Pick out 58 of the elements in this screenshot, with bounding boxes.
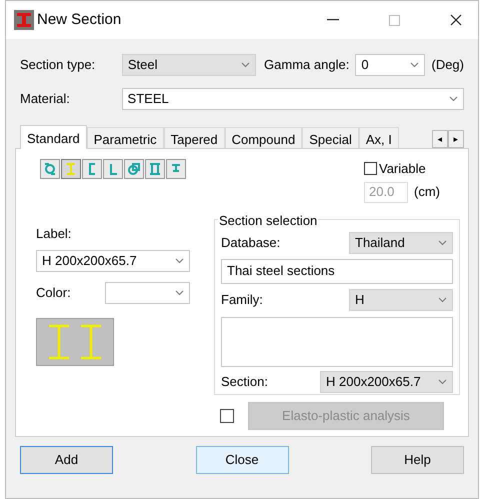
close-icon[interactable] [450,14,462,26]
scroll-left-button[interactable]: ◂ [432,130,448,148]
material-dropdown[interactable]: STEEL [122,88,464,110]
unit-label: (cm) [414,183,440,202]
scroll-right-button[interactable]: ▸ [448,130,464,148]
tab[interactable]: Special [302,127,359,148]
tab[interactable]: Ax, I [358,127,399,148]
section-type-dropdown[interactable]: Steel [122,54,256,76]
family-dropdown[interactable]: H [349,288,453,310]
color-dropdown[interactable] [105,282,190,304]
shape-tool-button[interactable] [166,159,186,179]
minimize-icon[interactable] [327,19,339,21]
dialog-button[interactable]: Help [371,446,464,474]
i-beam-drawing [47,324,71,360]
tube-shape-icon [126,161,142,177]
tab[interactable]: Compound [224,127,302,148]
i-beam-icon [14,10,34,30]
shape-tool-button[interactable] [145,159,165,179]
tab[interactable]: Parametric [86,127,164,148]
section-type-label: Section type: [20,56,96,74]
gamma-angle-label: Gamma angle: [264,56,350,74]
chevron-down-icon [438,240,447,246]
color-label: Color: [36,284,72,302]
label-dropdown[interactable]: H 200x200x65.7 [36,250,190,272]
double-shape-icon [147,161,163,177]
unit-label: (Deg) [431,56,464,74]
shape-tool-button[interactable] [103,159,123,179]
tab[interactable]: Standard [20,125,87,149]
i-beam-drawing [79,324,103,360]
maximize-icon[interactable] [389,14,400,26]
chevron-down-icon [449,96,458,102]
chevron-down-icon [438,296,447,302]
material-label: Material: [20,90,71,108]
shape-tool-button[interactable] [61,159,81,179]
variable-checkbox[interactable] [364,162,377,176]
label-label: Label: [36,225,72,243]
chevron-down-icon [175,258,184,264]
dialog-button[interactable]: Add [20,446,113,474]
tab[interactable]: Tapered [164,127,225,148]
chevron-down-icon [241,62,250,68]
database-label: Database: [221,234,280,252]
window-title: New Section [37,10,122,30]
list-box[interactable] [221,316,453,366]
section-dropdown[interactable]: H 200x200x65.7 [320,370,453,392]
database-dropdown[interactable]: Thailand [349,232,453,254]
section-label: Section: [221,372,268,391]
chevron-down-icon [438,378,447,384]
rolled-shape-icon [42,161,58,177]
chevron-down-icon [410,62,420,68]
shape-tool-button[interactable] [82,159,102,179]
dialog-button[interactable]: Close [196,446,288,474]
family-label: Family: [221,290,263,309]
variable-label: Variable [379,160,426,178]
shape-tool-button[interactable] [124,159,144,179]
description-field[interactable]: Thai steel sections [221,258,453,284]
gamma-angle-dropdown[interactable]: 0 [355,54,426,76]
chevron-down-icon [175,290,184,296]
shape-tool-button[interactable] [40,159,60,179]
